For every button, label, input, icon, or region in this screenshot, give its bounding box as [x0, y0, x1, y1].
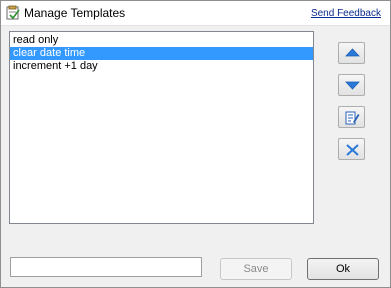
list-item[interactable]: increment +1 day	[10, 60, 313, 73]
template-name-input[interactable]	[10, 257, 202, 277]
title-bar: Manage Templates Send Feedback	[1, 1, 390, 26]
edit-icon	[345, 111, 360, 125]
move-up-button[interactable]	[338, 42, 365, 64]
edit-template-button[interactable]	[338, 106, 365, 128]
templates-listbox[interactable]: read only clear date time increment +1 d…	[9, 31, 314, 224]
delete-template-button[interactable]	[338, 138, 365, 160]
manage-templates-window: Manage Templates Send Feedback read only…	[0, 0, 391, 288]
window-title: Manage Templates	[24, 6, 126, 20]
list-item[interactable]: read only	[10, 34, 313, 47]
move-down-button[interactable]	[338, 74, 365, 96]
list-item[interactable]: clear date time	[10, 47, 313, 60]
ok-button[interactable]: Ok	[307, 258, 379, 280]
arrow-down-icon	[345, 81, 360, 90]
template-app-icon	[5, 5, 21, 21]
save-button[interactable]: Save	[220, 258, 292, 280]
send-feedback-link[interactable]: Send Feedback	[311, 8, 381, 19]
delete-icon	[346, 144, 359, 156]
arrow-up-icon	[345, 48, 360, 57]
